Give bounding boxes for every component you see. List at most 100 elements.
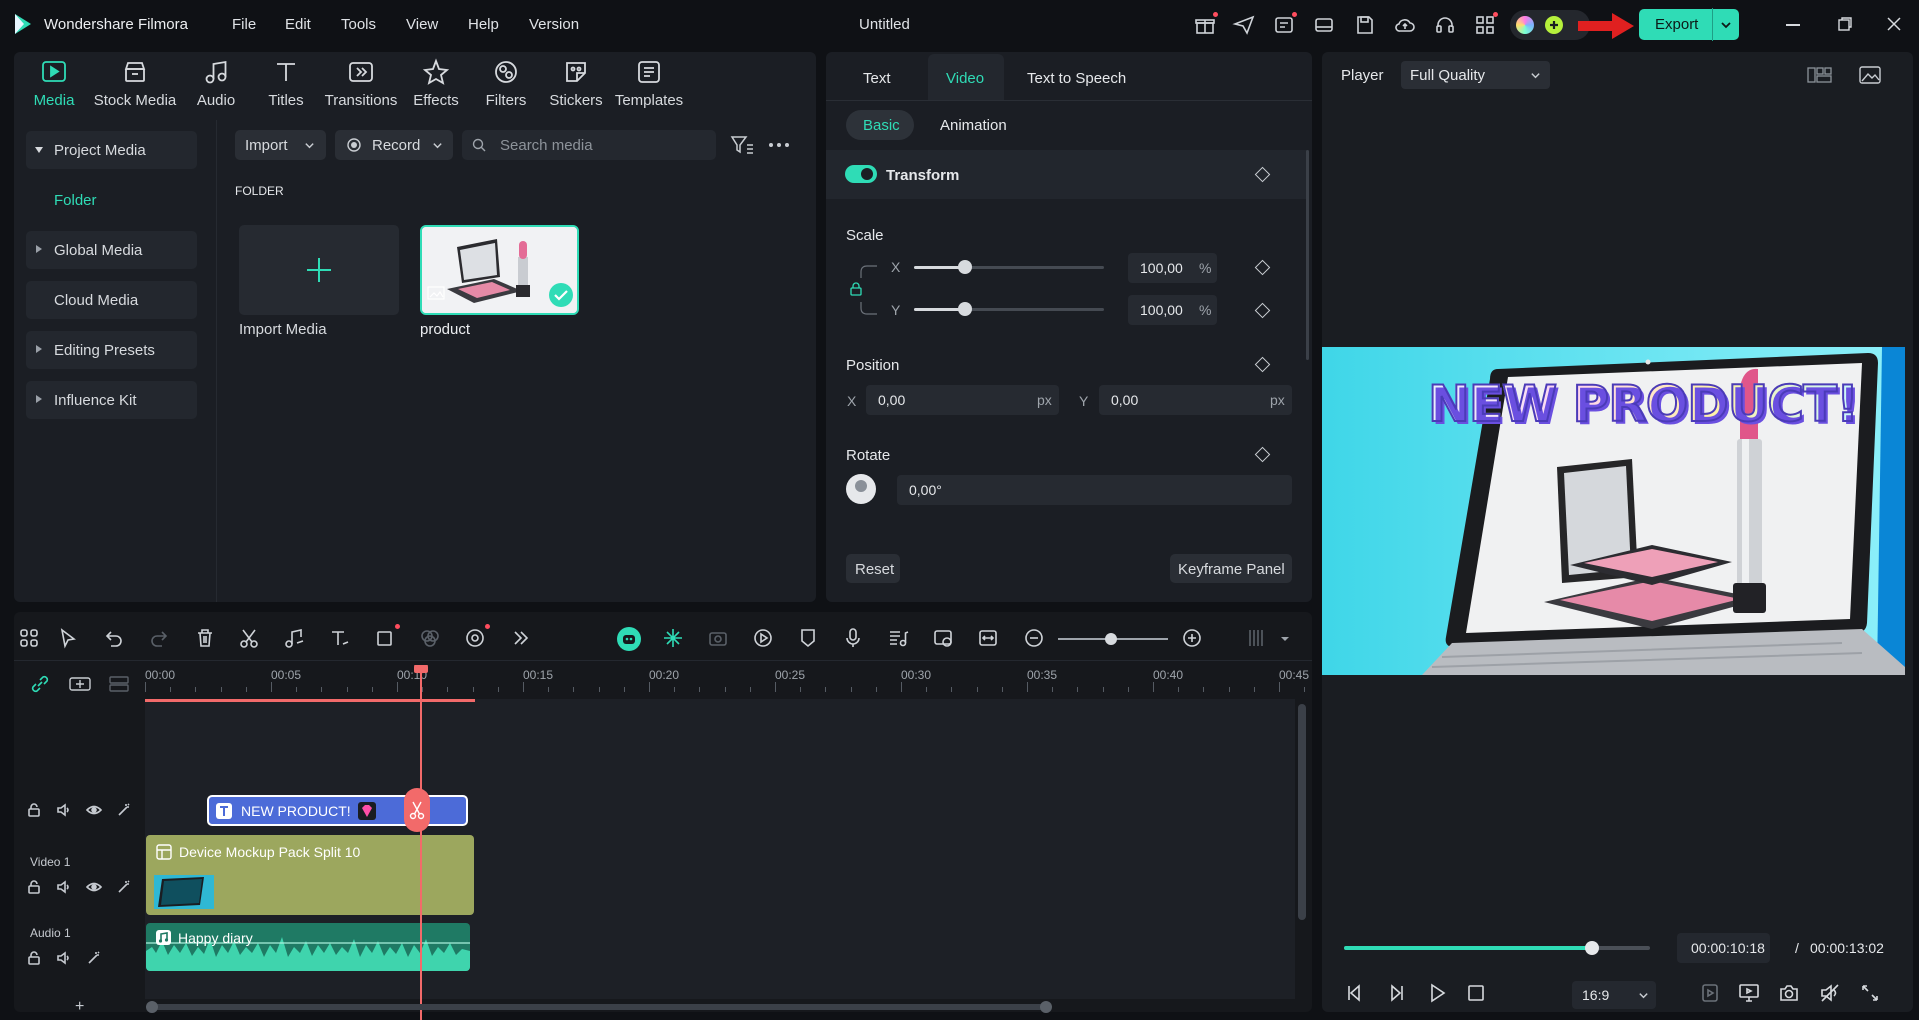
delete-icon[interactable]	[194, 627, 216, 649]
sidebar-item-global-media[interactable]: Global Media	[26, 231, 197, 269]
import-media-tile[interactable]	[239, 225, 399, 315]
ai-tool-icon[interactable]	[464, 627, 486, 649]
playback-progress-handle[interactable]	[1584, 941, 1599, 955]
eye-icon[interactable]	[86, 802, 102, 818]
ai-copilot-icon[interactable]	[617, 627, 641, 651]
grid-view-icon[interactable]	[1806, 64, 1832, 86]
import-button[interactable]: Import	[235, 130, 326, 160]
microphone-icon[interactable]	[842, 627, 864, 649]
zoom-out-icon[interactable]	[1023, 627, 1045, 649]
camera-track-icon[interactable]	[707, 627, 729, 649]
eye-icon[interactable]	[86, 879, 102, 895]
timeline-horizontal-scrollbar[interactable]	[150, 1004, 1050, 1010]
tab-text[interactable]: Text	[863, 70, 891, 87]
previous-frame-icon[interactable]	[1344, 982, 1366, 1004]
track-height-icon[interactable]	[1245, 627, 1267, 649]
chevron-down-icon[interactable]	[1280, 634, 1290, 644]
filter-icon[interactable]	[730, 134, 754, 156]
scale-x-field[interactable]: 100,00 %	[1128, 253, 1217, 283]
tab-titles[interactable]: Titles	[243, 58, 329, 109]
magic-wand-icon[interactable]	[116, 802, 132, 818]
subtab-animation[interactable]: Animation	[940, 117, 1007, 134]
video-clip[interactable]: Device Mockup Pack Split 10	[146, 835, 474, 915]
timeline-vertical-scrollbar[interactable]	[1298, 704, 1306, 920]
scrollbar-handle-right[interactable]	[1040, 1001, 1052, 1013]
lock-icon[interactable]	[26, 802, 42, 818]
work-area-bar[interactable]	[145, 699, 475, 702]
quality-select[interactable]: Full Quality	[1401, 61, 1550, 89]
transform-toggle[interactable]	[845, 165, 877, 183]
menu-view[interactable]: View	[406, 16, 438, 33]
menu-help[interactable]: Help	[468, 16, 499, 33]
play-icon[interactable]	[1426, 982, 1448, 1004]
tab-transitions[interactable]: Transitions	[318, 58, 404, 109]
headset-icon[interactable]	[1433, 13, 1457, 37]
add-track-icon[interactable]	[68, 675, 92, 693]
tab-templates[interactable]: Templates	[606, 58, 692, 109]
timeline-ruler[interactable]	[145, 662, 1312, 694]
current-time-field[interactable]: 00:00:10:18	[1677, 933, 1770, 963]
snap-icon[interactable]	[662, 627, 684, 649]
tab-media[interactable]: Media	[11, 58, 97, 109]
zoom-slider-handle[interactable]	[1105, 633, 1117, 645]
volume-icon[interactable]	[56, 879, 72, 895]
video-preview[interactable]: NEW PRODUCT!	[1322, 347, 1905, 675]
more-tools-icon[interactable]	[510, 627, 532, 649]
close-icon[interactable]	[1887, 17, 1901, 31]
minimize-icon[interactable]	[1786, 24, 1800, 26]
split-handle[interactable]	[404, 788, 430, 832]
scale-y-field[interactable]: 100,00 %	[1128, 295, 1217, 325]
layout-grid-icon[interactable]	[18, 627, 40, 649]
tab-text-to-speech[interactable]: Text to Speech	[1027, 70, 1126, 87]
fit-icon[interactable]	[977, 627, 999, 649]
more-icon[interactable]	[768, 140, 790, 150]
fullscreen-icon[interactable]	[1859, 982, 1881, 1004]
properties-scrollbar[interactable]	[1306, 150, 1309, 360]
export-button[interactable]: Export	[1639, 8, 1739, 41]
marker-icon[interactable]	[797, 627, 819, 649]
speed-icon[interactable]	[752, 627, 774, 649]
mute-icon[interactable]	[1819, 982, 1841, 1004]
volume-icon[interactable]	[56, 802, 72, 818]
replace-icon[interactable]	[932, 627, 954, 649]
sidebar-item-folder[interactable]: Folder	[54, 192, 97, 209]
rotate-field[interactable]: 0,00°	[897, 475, 1292, 505]
search-input[interactable]: Search media	[462, 130, 716, 160]
sidebar-item-editing-presets[interactable]: Editing Presets	[26, 331, 197, 369]
record-button[interactable]: Record	[335, 130, 453, 160]
menu-tools[interactable]: Tools	[341, 16, 376, 33]
link-icon[interactable]	[30, 675, 50, 693]
sidebar-item-cloud-media[interactable]: Cloud Media	[26, 281, 197, 319]
position-y-field[interactable]: 0,00 px	[1099, 385, 1292, 415]
snapshot-icon[interactable]	[1778, 982, 1800, 1004]
track-manager-icon[interactable]	[108, 675, 130, 693]
restore-icon[interactable]	[1837, 16, 1853, 32]
zoom-in-icon[interactable]	[1181, 627, 1203, 649]
menu-version[interactable]: Version	[529, 16, 579, 33]
magic-wand-icon[interactable]	[116, 879, 132, 895]
position-x-field[interactable]: 0,00 px	[866, 385, 1059, 415]
tab-stock-media[interactable]: Stock Media	[92, 58, 178, 109]
scale-x-handle[interactable]	[958, 260, 972, 274]
redo-icon[interactable]	[148, 627, 170, 649]
color-icon[interactable]	[419, 627, 441, 649]
tab-video[interactable]: Video	[946, 70, 984, 87]
product-thumbnail[interactable]	[420, 225, 579, 315]
crop-icon[interactable]	[374, 627, 396, 649]
render-preview-icon[interactable]	[1699, 982, 1721, 1004]
scale-y-handle[interactable]	[958, 302, 972, 316]
monitor-icon[interactable]	[1738, 982, 1760, 1004]
audio-mixer-icon[interactable]	[887, 627, 909, 649]
send-icon[interactable]	[1232, 13, 1256, 37]
add-track-button[interactable]: +	[75, 998, 84, 1016]
save-icon[interactable]	[1353, 13, 1377, 37]
image-icon[interactable]	[1858, 64, 1882, 86]
reset-button[interactable]: Reset	[846, 554, 900, 583]
aspect-ratio-select[interactable]: 16:9	[1572, 981, 1656, 1009]
chevron-down-icon[interactable]	[1720, 19, 1732, 31]
subtab-basic[interactable]: Basic	[846, 110, 914, 140]
audio-edit-icon[interactable]	[283, 627, 305, 649]
scrollbar-handle-left[interactable]	[146, 1001, 158, 1013]
menu-file[interactable]: File	[232, 16, 256, 33]
stop-icon[interactable]	[1465, 982, 1487, 1004]
